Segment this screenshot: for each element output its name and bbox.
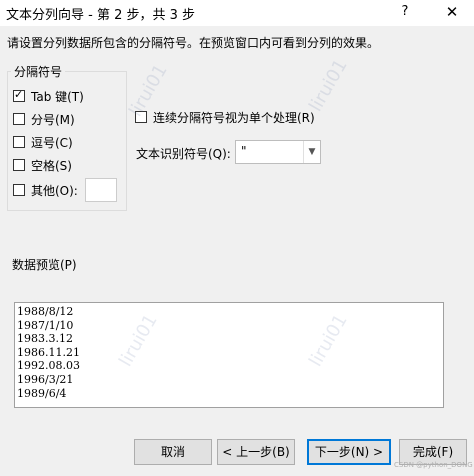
other-checkbox-label: 其他(O): [31,183,78,198]
comma-checkbox-label: 逗号(C) [31,135,73,150]
checkbox-box[interactable] [135,111,147,123]
tab-checkbox[interactable]: ✓ Tab 键(T) [13,87,84,105]
comma-checkbox[interactable]: 逗号(C) [13,133,73,151]
semicolon-checkbox[interactable]: 分号(M) [13,110,75,128]
horizontal-scrollbar[interactable] [14,408,444,420]
delimiters-group-title: 分隔符号 [11,63,66,80]
space-checkbox-label: 空格(S) [31,158,72,173]
consecutive-checkbox-label: 连续分隔符号视为单个处理(R) [153,110,315,125]
window-title: 文本分列向导 - 第 2 步，共 3 步 [6,8,196,23]
preview-list: 1988/8/12 1987/1/10 1983.3.12 1986.11.21… [17,305,427,400]
preview-label: 数据预览(P) [12,258,77,272]
preview-row: 1986.11.21 [17,345,80,359]
space-checkbox[interactable]: 空格(S) [13,156,72,174]
text-qualifier-label: 文本识别符号(Q): [136,147,231,161]
text-qualifier-value: " [241,144,247,158]
next-button[interactable]: 下一步(N) > [307,439,391,465]
back-button[interactable]: < 上一步(B) [217,439,295,465]
close-button[interactable]: ✕ [444,3,460,21]
instruction-text: 请设置分列数据所包含的分隔符号。在预览窗口内可看到分列的效果。 [7,36,380,50]
vertical-scrollbar[interactable]: ▲ ▼ [443,303,444,407]
help-button[interactable]: ? [398,4,412,20]
preview-row: 1988/8/12 [17,305,74,318]
preview-row: 1989/6/4 [17,386,67,400]
tab-checkbox-label: Tab 键(T) [31,89,84,104]
other-checkbox[interactable]: 其他(O): [13,181,78,199]
watermark: lirui01 [305,55,352,116]
chevron-down-icon[interactable]: ▼ [303,141,320,163]
data-preview[interactable]: 1988/8/12 1987/1/10 1983.3.12 1986.11.21… [14,302,444,408]
checkbox-box[interactable] [13,113,25,125]
preview-row: 1996/3/21 [17,372,74,386]
preview-row: 1992.08.03 [17,359,80,373]
checkbox-box[interactable] [13,184,25,196]
check-mark-icon: ✓ [14,88,24,101]
preview-row: 1983.3.12 [17,332,73,346]
other-delimiter-input[interactable] [85,178,117,202]
credit-text: CSDN @python_DONG [394,461,473,469]
checkbox-box[interactable] [13,136,25,148]
cancel-button[interactable]: 取消 [134,439,212,465]
checkbox-box[interactable]: ✓ [13,88,25,102]
consecutive-checkbox[interactable]: 连续分隔符号视为单个处理(R) [135,108,315,126]
title-bar: 文本分列向导 - 第 2 步，共 3 步 ? ✕ [0,0,474,26]
semicolon-checkbox-label: 分号(M) [31,112,75,127]
checkbox-box[interactable] [13,159,25,171]
preview-row: 1987/1/10 [17,318,74,332]
text-qualifier-select[interactable]: " ▼ [235,140,321,164]
